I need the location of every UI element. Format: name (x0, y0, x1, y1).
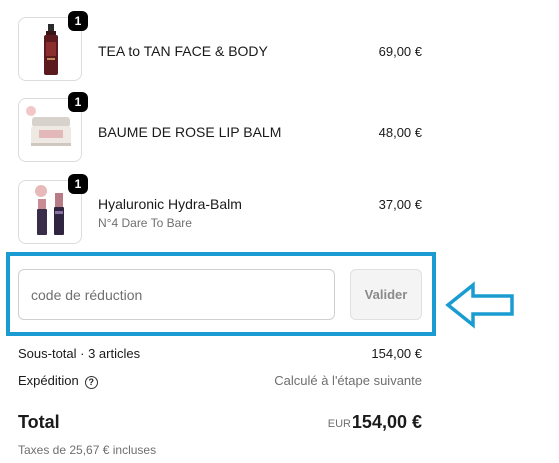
shipping-row: Expédition? Calculé à l'étape suivante (18, 373, 422, 389)
item-price: 37,00 € (378, 197, 422, 212)
item-name: TEA to TAN FACE & BODY (98, 43, 268, 59)
shipping-value: Calculé à l'étape suivante (274, 373, 422, 388)
arrow-left-icon (445, 281, 514, 329)
quantity-badge: 1 (68, 174, 88, 194)
currency-code: EUR (327, 418, 351, 430)
item-variant: N°4 Dare To Bare (98, 216, 192, 230)
quantity-badge: 1 (68, 92, 88, 112)
item-price: 69,00 € (378, 44, 422, 59)
shipping-label: Expédition (18, 373, 79, 388)
quantity-badge: 1 (68, 11, 88, 31)
item-price: 48,00 € (378, 125, 422, 140)
item-name: BAUME DE ROSE LIP BALM (98, 124, 282, 140)
cart-item: 1 TEA to TAN FACE & BODY 69,00 € (18, 11, 422, 83)
apply-discount-button[interactable]: Valider (350, 269, 422, 320)
subtotal-value: 154,00 € (371, 346, 422, 361)
total-label: Total (18, 412, 60, 432)
total-value: 154,00 € (351, 412, 422, 432)
taxes-note: Taxes de 25,67 € incluses (18, 443, 157, 457)
item-name: Hyaluronic Hydra-Balm (98, 196, 242, 212)
cart-item: 1 Hyaluronic Hydra-Balm N°4 Dare To Bare… (18, 174, 422, 246)
subtotal-label: Sous-total · 3 articles (18, 346, 141, 361)
discount-code-input[interactable] (18, 269, 335, 320)
question-icon[interactable]: ? (84, 376, 98, 389)
cart-item: 1 BAUME DE ROSE LIP BALM 48,00 € (18, 92, 422, 164)
order-summary: 1 TEA to TAN FACE & BODY 69,00 € 1 BAUME… (0, 0, 559, 463)
subtotal-row: Sous-total · 3 articles 154,00 € (18, 346, 422, 361)
